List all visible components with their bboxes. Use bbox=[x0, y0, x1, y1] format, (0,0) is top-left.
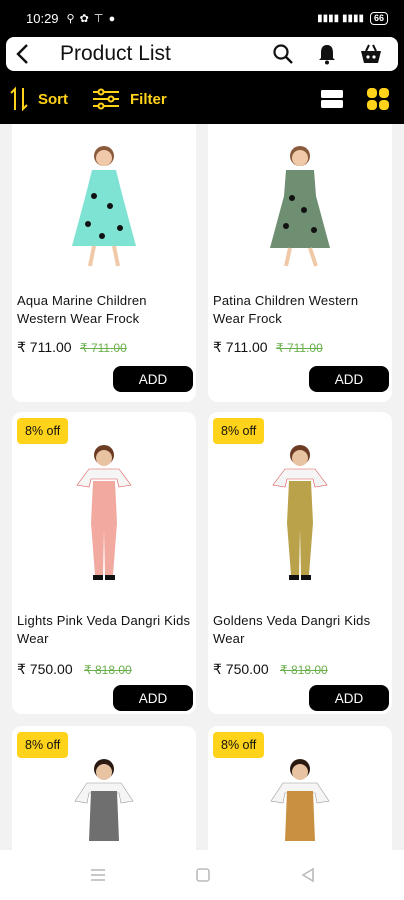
add-to-cart-button[interactable]: ADD bbox=[113, 685, 193, 711]
app-header: Product List bbox=[0, 36, 404, 74]
product-price: ₹ 711.00 bbox=[17, 339, 72, 355]
system-nav-bar bbox=[0, 850, 404, 900]
discount-badge: 8% off bbox=[213, 418, 265, 444]
frock-image bbox=[72, 146, 136, 267]
product-name[interactable]: Aqua Marine Children Western Wear Frock bbox=[17, 292, 191, 328]
product-name[interactable]: Goldens Veda Dangri Kids Wear bbox=[213, 612, 387, 648]
dungaree-image bbox=[272, 445, 328, 580]
product-name[interactable]: Lights Pink Veda Dangri Kids Wear bbox=[17, 612, 191, 648]
status-time: 10:29 bbox=[26, 10, 59, 26]
list-view-icon[interactable] bbox=[320, 88, 344, 110]
add-to-cart-button[interactable]: ADD bbox=[113, 366, 193, 392]
filter-icon bbox=[93, 88, 119, 110]
back-button[interactable] bbox=[6, 37, 40, 71]
dungaree-image bbox=[74, 759, 134, 841]
battery-icon: 66 bbox=[369, 11, 388, 25]
product-image[interactable] bbox=[208, 126, 392, 286]
product-price: ₹ 750.00 bbox=[213, 661, 269, 677]
sort-label: Sort bbox=[38, 90, 68, 108]
add-to-cart-button[interactable]: ADD bbox=[309, 366, 389, 392]
product-card[interactable]: Patina Children Western Wear Frock ₹ 711… bbox=[208, 124, 392, 402]
status-bar: 10:29 ⚲ ✿ ⊤ ● ▮▮▮▮ ▮▮▮▮ 66 bbox=[0, 0, 404, 36]
back-nav-icon[interactable] bbox=[300, 867, 316, 883]
product-mrp: ₹ 711.00 bbox=[276, 341, 323, 355]
cart-button[interactable] bbox=[354, 37, 388, 71]
home-nav-icon[interactable] bbox=[195, 867, 211, 883]
filter-label: Filter bbox=[130, 90, 167, 108]
product-image[interactable] bbox=[12, 432, 196, 592]
sort-icon bbox=[10, 86, 28, 112]
product-image[interactable] bbox=[208, 432, 392, 592]
search-button[interactable] bbox=[266, 37, 300, 71]
grid-view-icon[interactable] bbox=[366, 87, 390, 111]
product-card[interactable]: 8% off bbox=[12, 726, 196, 850]
sort-button[interactable]: Sort bbox=[10, 86, 68, 112]
product-card[interactable]: Aqua Marine Children Western Wear Frock … bbox=[12, 124, 196, 402]
discount-badge: 8% off bbox=[17, 732, 69, 758]
product-mrp: ₹ 818.00 bbox=[280, 663, 328, 677]
sort-filter-toolbar: Sort Filter bbox=[0, 74, 404, 124]
header-bar: Product List bbox=[6, 37, 398, 71]
signal-icon: ▮▮▮▮ ▮▮▮▮ bbox=[317, 12, 364, 24]
product-card[interactable]: 8% off bbox=[208, 726, 392, 850]
notifications-button[interactable] bbox=[310, 37, 344, 71]
product-price: ₹ 711.00 bbox=[213, 339, 268, 355]
menu-nav-icon[interactable] bbox=[89, 867, 107, 883]
notification-icons: ⚲ ✿ ⊤ ● bbox=[66, 12, 117, 25]
product-price: ₹ 750.00 bbox=[17, 661, 73, 677]
dungaree-image bbox=[76, 445, 132, 580]
discount-badge: 8% off bbox=[213, 732, 265, 758]
product-card[interactable]: 8% off Goldens Veda Dangri Kids Wear ₹ 7… bbox=[208, 412, 392, 714]
dungaree-image bbox=[270, 759, 330, 841]
product-image[interactable] bbox=[208, 746, 392, 850]
product-image[interactable] bbox=[12, 746, 196, 850]
product-grid: Aqua Marine Children Western Wear Frock … bbox=[0, 124, 404, 850]
product-mrp: ₹ 711.00 bbox=[80, 341, 127, 355]
search-icon bbox=[273, 44, 293, 64]
product-card[interactable]: 8% off Lights Pink Veda Dangri Kids Wear… bbox=[12, 412, 196, 714]
frock-image bbox=[270, 146, 330, 267]
add-to-cart-button[interactable]: ADD bbox=[309, 685, 389, 711]
product-name[interactable]: Patina Children Western Wear Frock bbox=[213, 292, 387, 328]
basket-icon bbox=[361, 44, 381, 63]
page-title: Product List bbox=[60, 42, 171, 65]
product-mrp: ₹ 818.00 bbox=[84, 663, 132, 677]
filter-button[interactable]: Filter bbox=[92, 88, 167, 110]
product-image[interactable] bbox=[12, 126, 196, 286]
bell-icon bbox=[319, 45, 335, 65]
discount-badge: 8% off bbox=[17, 418, 69, 444]
back-arrow-icon bbox=[16, 44, 28, 64]
